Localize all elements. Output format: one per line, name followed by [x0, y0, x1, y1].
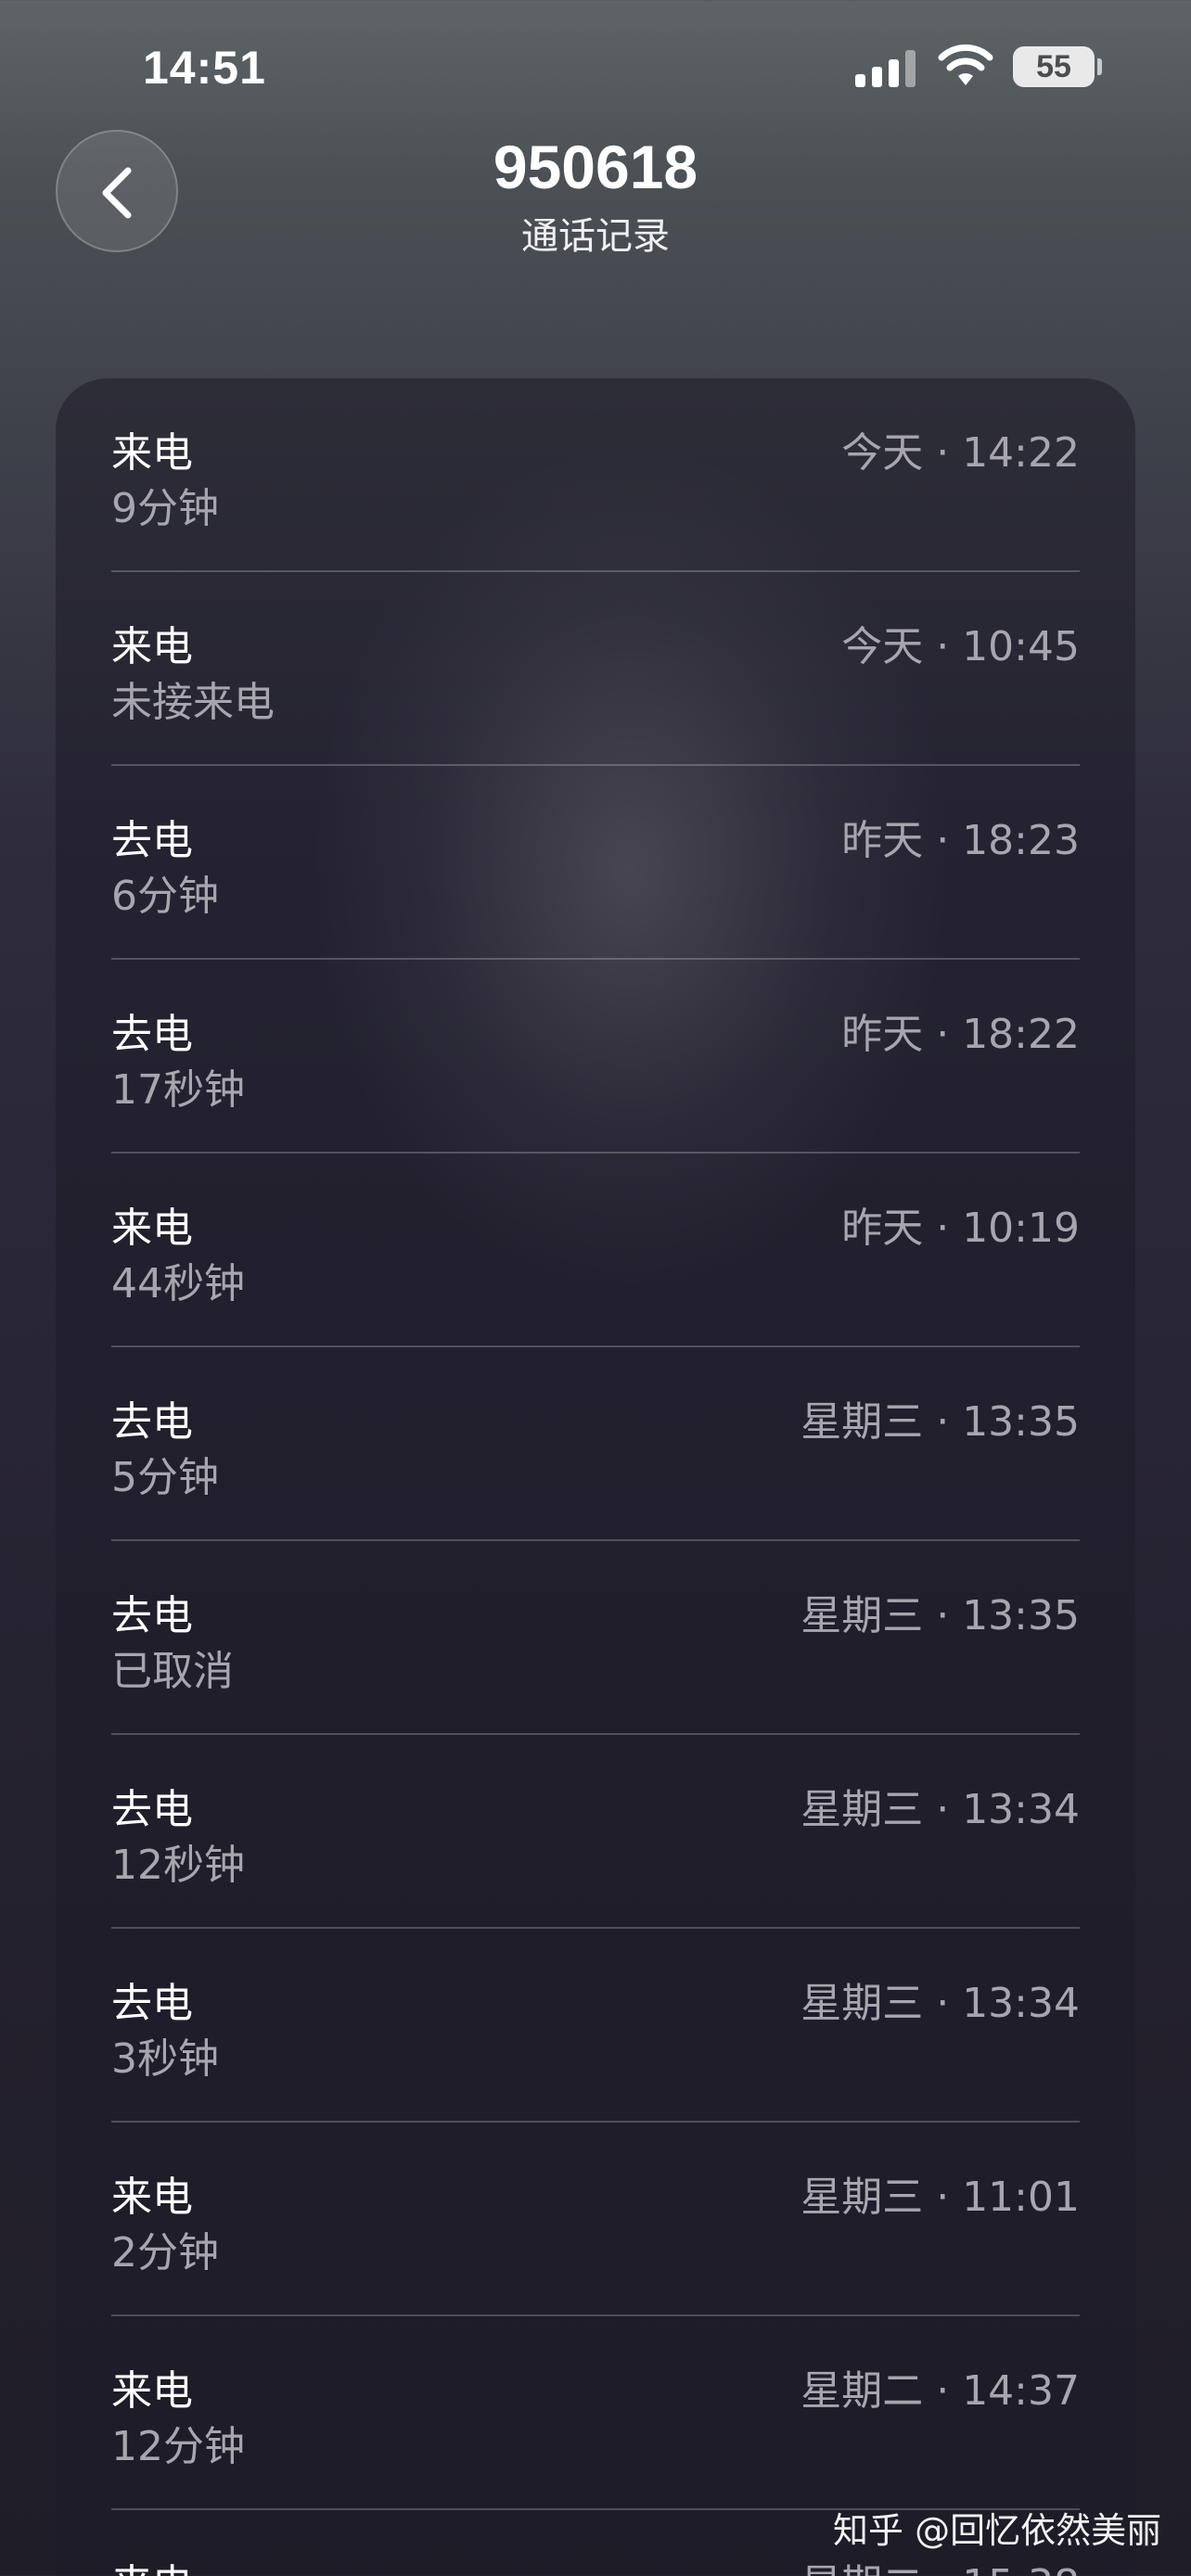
- call-type: 来电: [111, 2551, 193, 2576]
- call-detail: 已取消: [111, 1648, 234, 1695]
- call-time: 星期三 · 11:01: [800, 2174, 1080, 2221]
- call-time: 今天 · 10:45: [841, 623, 1080, 670]
- call-detail: 3秒钟: [111, 2035, 219, 2083]
- battery-icon: 55: [1013, 46, 1095, 87]
- call-time: 昨天 · 10:19: [841, 1205, 1080, 1252]
- call-type: 去电: [111, 1786, 193, 1833]
- call-row[interactable]: 来电 2分钟 星期三 · 11:01: [111, 2123, 1080, 2316]
- call-row[interactable]: 来电 9分钟 今天 · 14:22: [111, 378, 1080, 572]
- page-title: 950618: [493, 133, 698, 201]
- battery-tip: [1097, 58, 1102, 75]
- call-detail: 6分钟: [111, 873, 219, 920]
- call-type: 去电: [111, 1980, 193, 2027]
- call-type: 去电: [111, 817, 193, 864]
- call-type: 去电: [111, 1592, 193, 1639]
- call-detail: 44秒钟: [111, 1260, 245, 1307]
- call-type: 去电: [111, 1398, 193, 1446]
- status-bar: 14:51 55: [0, 0, 1191, 139]
- call-detail: 2分钟: [111, 2229, 219, 2276]
- call-row[interactable]: 去电 3秒钟 星期三 · 13:34: [111, 1929, 1080, 2123]
- call-history-card: 来电 9分钟 今天 · 14:22 来电 未接来电 今天 · 10:45 去电 …: [56, 378, 1135, 2576]
- wifi-icon: [938, 44, 993, 85]
- call-type: 来电: [111, 623, 193, 670]
- call-time: 星期三 · 13:34: [800, 1786, 1080, 1833]
- call-detail: 17秒钟: [111, 1066, 245, 1114]
- call-row[interactable]: 去电 12秒钟 星期三 · 13:34: [111, 1735, 1080, 1929]
- call-detail: 9分钟: [111, 485, 219, 532]
- call-type: 来电: [111, 1205, 193, 1252]
- call-time: 昨天 · 18:22: [841, 1011, 1080, 1058]
- call-detail: 5分钟: [111, 1454, 219, 1501]
- call-row[interactable]: 去电 6分钟 昨天 · 18:23: [111, 766, 1080, 960]
- call-detail: 12分钟: [111, 2423, 245, 2470]
- watermark: 知乎 @回忆依然美丽: [833, 2510, 1162, 2551]
- status-time: 14:51: [143, 42, 266, 94]
- call-row[interactable]: 去电 已取消 星期三 · 13:35: [111, 1541, 1080, 1735]
- call-time: 星期二 · 15:38: [800, 2551, 1080, 2576]
- call-time: 昨天 · 18:23: [841, 817, 1080, 864]
- call-row[interactable]: 来电 12分钟 星期二 · 14:37: [111, 2316, 1080, 2510]
- call-row[interactable]: 来电 44秒钟 昨天 · 10:19: [111, 1154, 1080, 1347]
- call-type: 来电: [111, 2367, 193, 2415]
- call-type: 来电: [111, 429, 193, 477]
- call-row[interactable]: 来电 未接来电 今天 · 10:45: [111, 572, 1080, 766]
- call-detail: 未接来电: [111, 679, 275, 726]
- call-time: 星期三 · 13:34: [800, 1980, 1080, 2027]
- call-type: 去电: [111, 1011, 193, 1058]
- call-time: 星期三 · 13:35: [800, 1592, 1080, 1639]
- call-type: 来电: [111, 2174, 193, 2221]
- page-subtitle: 通话记录: [521, 215, 670, 258]
- call-time: 今天 · 14:22: [841, 429, 1080, 477]
- call-detail: 12秒钟: [111, 1842, 245, 1889]
- call-time: 星期二 · 14:37: [800, 2367, 1080, 2415]
- cellular-signal-icon: [855, 50, 916, 87]
- call-row[interactable]: 去电 17秒钟 昨天 · 18:22: [111, 960, 1080, 1154]
- call-time: 星期三 · 13:35: [800, 1398, 1080, 1446]
- call-row[interactable]: 去电 5分钟 星期三 · 13:35: [111, 1347, 1080, 1541]
